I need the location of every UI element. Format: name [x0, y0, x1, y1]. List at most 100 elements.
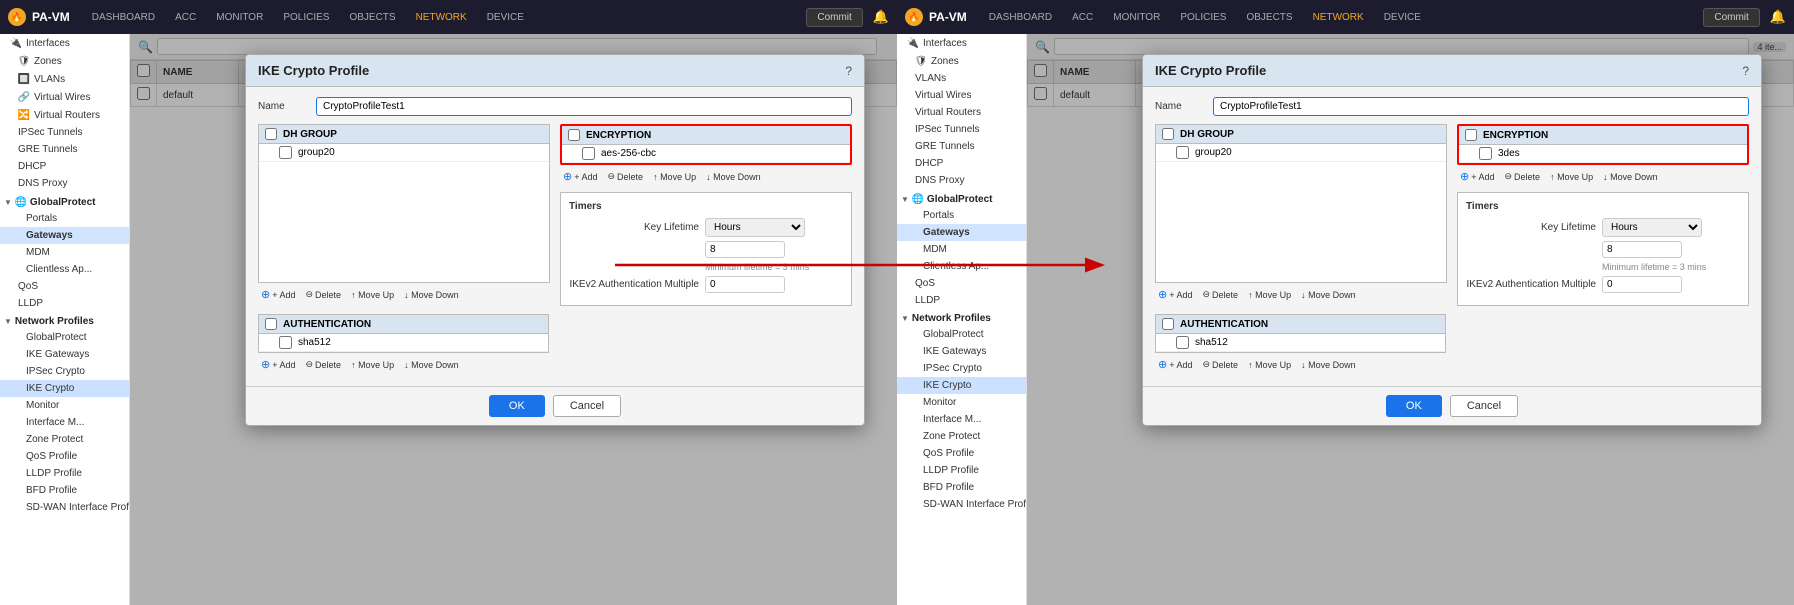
sidebar-vrouters-right[interactable]: Virtual Routers — [897, 104, 1026, 121]
sidebar-clientless-left[interactable]: Clientless Ap... — [0, 261, 129, 278]
left-dhgroup-row-0[interactable]: group20 — [259, 144, 549, 162]
sidebar-interfacemg-right[interactable]: Interface M... — [897, 411, 1026, 428]
sidebar-gateways-right[interactable]: Gateways — [897, 224, 1026, 241]
sidebar-globalprotect-group-right[interactable]: ▼ 🌐 GlobalProtect — [897, 189, 1026, 207]
right-dhgroup-moveup[interactable]: ↑ Move Up — [1245, 289, 1294, 301]
left-enc-moveup[interactable]: ↑ Move Up — [650, 171, 699, 183]
sidebar-virtualwires-right[interactable]: Virtual Wires — [897, 87, 1026, 104]
sidebar-ikecrypto-left[interactable]: IKE Crypto — [0, 380, 129, 397]
nav-objects-right[interactable]: OBJECTS — [1238, 8, 1300, 27]
left-dhgroup-add[interactable]: ⊕ + Add — [258, 287, 299, 302]
sidebar-ipsec-right[interactable]: IPSec Tunnels — [897, 121, 1026, 138]
sidebar-zones-left[interactable]: 🛡 Zones — [0, 52, 129, 70]
sidebar-zones-right[interactable]: 🛡 Zones — [897, 52, 1026, 70]
left-name-input[interactable] — [316, 97, 852, 116]
right-enc-check-all[interactable] — [1465, 129, 1477, 141]
left-dhgroup-delete[interactable]: ⊖ Delete — [303, 288, 345, 301]
left-dhgroup-moveup[interactable]: ↑ Move Up — [348, 289, 397, 301]
sidebar-gateways-left[interactable]: Gateways — [0, 227, 129, 244]
sidebar-vrouters-left[interactable]: 🔀 Virtual Routers — [0, 106, 129, 124]
sidebar-ipsec-left[interactable]: IPSec Tunnels — [0, 124, 129, 141]
sidebar-bfd-right[interactable]: BFD Profile — [897, 479, 1026, 496]
bell-icon-right[interactable]: 🔔 — [1770, 9, 1786, 25]
sidebar-qosprofile-right[interactable]: QoS Profile — [897, 445, 1026, 462]
sidebar-monitor-right[interactable]: Monitor — [897, 394, 1026, 411]
left-cancel-button[interactable]: Cancel — [553, 395, 621, 417]
sidebar-np-gp-right[interactable]: GlobalProtect — [897, 326, 1026, 343]
right-auth-check-all[interactable] — [1162, 318, 1174, 330]
sidebar-mdm-right[interactable]: MDM — [897, 241, 1026, 258]
sidebar-mdm-left[interactable]: MDM — [0, 244, 129, 261]
sidebar-ikegw-left[interactable]: IKE Gateways — [0, 346, 129, 363]
left-auth-movedown[interactable]: ↓ Move Down — [401, 359, 462, 371]
right-enc-delete[interactable]: ⊖ Delete — [1502, 170, 1544, 183]
right-enc-movedown[interactable]: ↓ Move Down — [1600, 171, 1661, 183]
right-auth-row-check-0[interactable] — [1176, 336, 1189, 349]
left-dhgroup-row-check-0[interactable] — [279, 146, 292, 159]
right-enc-row-0[interactable]: 3des — [1459, 145, 1747, 163]
right-dhgroup-movedown[interactable]: ↓ Move Down — [1298, 289, 1359, 301]
nav-dashboard-left[interactable]: DASHBOARD — [84, 8, 163, 27]
right-auth-add[interactable]: ⊕ + Add — [1155, 357, 1196, 372]
nav-acc-right[interactable]: ACC — [1064, 8, 1101, 27]
right-dhgroup-add[interactable]: ⊕ + Add — [1155, 287, 1196, 302]
sidebar-dnsproxy-right[interactable]: DNS Proxy — [897, 172, 1026, 189]
right-modal-help[interactable]: ? — [1742, 64, 1749, 78]
right-enc-moveup[interactable]: ↑ Move Up — [1547, 171, 1596, 183]
sidebar-globalprotect-group-left[interactable]: ▼ 🌐 GlobalProtect — [0, 192, 129, 210]
left-enc-delete[interactable]: ⊖ Delete — [605, 170, 647, 183]
nav-device-right[interactable]: DEVICE — [1376, 8, 1429, 27]
right-dhgroup-delete[interactable]: ⊖ Delete — [1200, 288, 1242, 301]
right-auth-movedown[interactable]: ↓ Move Down — [1298, 359, 1359, 371]
sidebar-ikegw-right[interactable]: IKE Gateways — [897, 343, 1026, 360]
left-auth-row-check-0[interactable] — [279, 336, 292, 349]
left-ok-button[interactable]: OK — [489, 395, 545, 417]
right-cancel-button[interactable]: Cancel — [1450, 395, 1518, 417]
sidebar-dhcp-left[interactable]: DHCP — [0, 158, 129, 175]
left-dhgroup-movedown[interactable]: ↓ Move Down — [401, 289, 462, 301]
right-dhgroup-row-0[interactable]: group20 — [1156, 144, 1446, 162]
sidebar-qos-right[interactable]: QoS — [897, 275, 1026, 292]
sidebar-lldp-left[interactable]: LLDP — [0, 295, 129, 312]
left-kl-number-input[interactable] — [705, 241, 785, 258]
left-auth-row-0[interactable]: sha512 — [259, 334, 548, 352]
nav-device-left[interactable]: DEVICE — [479, 8, 532, 27]
sidebar-clientless-right[interactable]: Clientless Ap... — [897, 258, 1026, 275]
left-enc-movedown[interactable]: ↓ Move Down — [703, 171, 764, 183]
sidebar-lldpprofile-right[interactable]: LLDP Profile — [897, 462, 1026, 479]
sidebar-interfaces-right[interactable]: 🔌 Interfaces — [897, 34, 1026, 52]
sidebar-vlans-right[interactable]: VLANs — [897, 70, 1026, 87]
left-auth-add[interactable]: ⊕ + Add — [258, 357, 299, 372]
sidebar-gre-right[interactable]: GRE Tunnels — [897, 138, 1026, 155]
sidebar-networkprofiles-group-left[interactable]: ▼ Network Profiles — [0, 312, 129, 329]
nav-network-left[interactable]: NETWORK — [408, 8, 475, 27]
bell-icon-left[interactable]: 🔔 — [873, 9, 889, 25]
sidebar-sdwan-right[interactable]: SD-WAN Interface Profile — [897, 496, 1026, 513]
right-auth-moveup[interactable]: ↑ Move Up — [1245, 359, 1294, 371]
nav-monitor-right[interactable]: MONITOR — [1105, 8, 1168, 27]
left-auth-check-all[interactable] — [265, 318, 277, 330]
nav-acc-left[interactable]: ACC — [167, 8, 204, 27]
left-auth-delete[interactable]: ⊖ Delete — [303, 358, 345, 371]
left-enc-row-check-0[interactable] — [582, 147, 595, 160]
sidebar-ikecrypto-right[interactable]: IKE Crypto — [897, 377, 1026, 394]
sidebar-dhcp-right[interactable]: DHCP — [897, 155, 1026, 172]
nav-policies-right[interactable]: POLICIES — [1172, 8, 1234, 27]
left-enc-row-0[interactable]: aes-256-cbc — [562, 145, 850, 163]
left-kl-select[interactable]: Hours Days Minutes Seconds — [705, 218, 805, 237]
right-dhgroup-check-all[interactable] — [1162, 128, 1174, 140]
right-auth-delete[interactable]: ⊖ Delete — [1200, 358, 1242, 371]
right-dhgroup-row-check-0[interactable] — [1176, 146, 1189, 159]
left-ikev2-input[interactable] — [705, 276, 785, 293]
right-kl-number-input[interactable] — [1602, 241, 1682, 258]
sidebar-virtualwires-left[interactable]: 🔗 Virtual Wires — [0, 88, 129, 106]
sidebar-ipseccrypto-right[interactable]: IPSec Crypto — [897, 360, 1026, 377]
right-kl-select[interactable]: Hours Days Minutes Seconds — [1602, 218, 1702, 237]
sidebar-interfacemg-left[interactable]: Interface M... — [0, 414, 129, 431]
sidebar-sdwan-left[interactable]: SD-WAN Interface Profile — [0, 499, 129, 516]
right-auth-row-0[interactable]: sha512 — [1156, 334, 1445, 352]
sidebar-bfd-left[interactable]: BFD Profile — [0, 482, 129, 499]
sidebar-zoneprotect-right[interactable]: Zone Protect — [897, 428, 1026, 445]
sidebar-ipseccrypto-left[interactable]: IPSec Crypto — [0, 363, 129, 380]
sidebar-lldpprofile-left[interactable]: LLDP Profile — [0, 465, 129, 482]
